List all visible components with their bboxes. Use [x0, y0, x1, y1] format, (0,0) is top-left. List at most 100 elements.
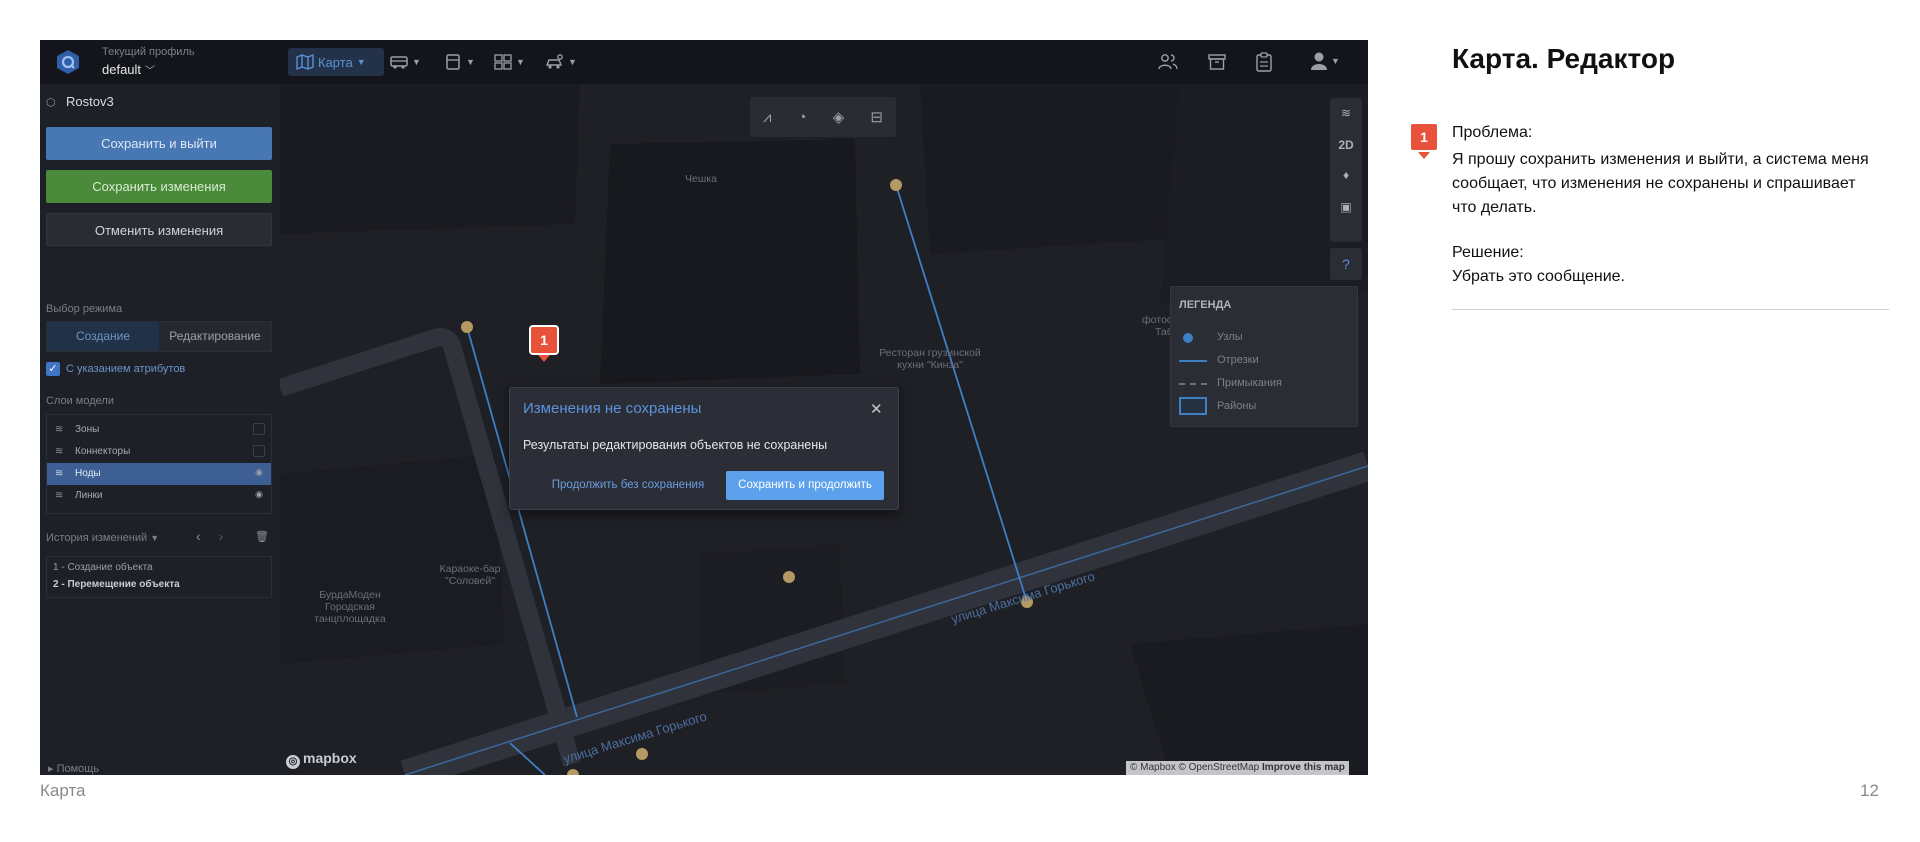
- node-point[interactable]: [461, 321, 473, 333]
- save-and-exit-button[interactable]: Сохранить и выйти: [46, 127, 272, 160]
- clipboard-icon[interactable]: [1256, 52, 1272, 72]
- caret-down-icon: ▼: [150, 533, 160, 543]
- history-navigation: ‹›: [196, 528, 241, 544]
- place-label: Ресторан грузинской кухни "Кинза": [879, 347, 981, 371]
- map-tab[interactable]: Карта ▼: [288, 48, 384, 76]
- mapbox-logo[interactable]: ◎ mapbox: [286, 750, 357, 769]
- layers-icon: ≋: [55, 424, 64, 435]
- legend-item: Узлы: [1217, 331, 1243, 343]
- help-label: Помощь: [56, 763, 100, 775]
- layer-connectors[interactable]: ≋ Коннекторы: [47, 441, 271, 463]
- node-point[interactable]: [890, 179, 902, 191]
- redo-icon[interactable]: ›: [219, 528, 242, 544]
- building-block: [1130, 624, 1368, 775]
- layer-nodes[interactable]: ≋ Ноды ◉: [47, 463, 271, 485]
- users-icon[interactable]: [1158, 53, 1178, 71]
- mode-section-label: Выбор режима: [46, 303, 123, 315]
- node-point[interactable]: [636, 748, 648, 760]
- draw-link-icon[interactable]: ⩘: [763, 109, 771, 126]
- view-mode-toggle[interactable]: 2D: [1330, 138, 1362, 152]
- profile-selector[interactable]: default ﹀: [102, 62, 155, 77]
- archive-icon[interactable]: [1208, 53, 1226, 71]
- legend-item: Примыкания: [1217, 377, 1282, 389]
- map-controls: ≋ 2D ♦ ▣: [1330, 98, 1362, 242]
- caret-down-icon: ▼: [466, 57, 475, 67]
- history-item[interactable]: 1 - Создание объекта: [53, 562, 153, 573]
- place-label: Чешка: [685, 173, 717, 185]
- help-toggle[interactable]: ▸ Помощь: [48, 762, 99, 775]
- history-label: История изменений: [46, 532, 148, 544]
- page-number: 12: [1860, 781, 1879, 800]
- user-menu[interactable]: ▼: [1310, 51, 1340, 71]
- compass-icon[interactable]: ♦: [1330, 168, 1362, 182]
- layers-icon[interactable]: ≋: [1330, 106, 1362, 120]
- note-badge-tail: [1418, 152, 1430, 159]
- caret-down-icon: ▼: [568, 57, 577, 67]
- legend-title: ЛЕГЕНДА: [1179, 299, 1232, 311]
- layer-name: Линки: [75, 490, 103, 501]
- undo-icon[interactable]: ‹: [196, 528, 219, 544]
- annotation-badge-tail: [538, 355, 550, 362]
- save-and-continue-button[interactable]: Сохранить и продолжить: [726, 471, 884, 500]
- map-attribution: © Mapbox © OpenStreetMap Improve this ma…: [1126, 761, 1349, 775]
- layer-links[interactable]: ≋ Линки ◉: [47, 485, 271, 507]
- mode-edit-tab[interactable]: Редактирование: [159, 322, 271, 351]
- save-changes-button[interactable]: Сохранить изменения: [46, 170, 272, 203]
- dialog-title: Изменения не сохранены: [523, 400, 702, 417]
- map-legend: ЛЕГЕНДА Узлы Отрезки Примыкания Районы: [1170, 286, 1358, 427]
- solution-label: Решение:: [1452, 244, 1524, 261]
- divider: [1452, 309, 1889, 310]
- trash-icon[interactable]: 🗑: [255, 530, 269, 543]
- unsaved-changes-dialog: Изменения не сохранены ✕ Результаты реда…: [509, 387, 899, 510]
- help-icon[interactable]: ?: [1330, 248, 1362, 280]
- place-label: Караоке-бар "Соловей": [439, 563, 501, 587]
- speedometer-icon[interactable]: ◔: [798, 109, 807, 126]
- project-name: Rostov3: [66, 94, 114, 109]
- image-icon[interactable]: ▣: [1330, 200, 1362, 214]
- layer-zones[interactable]: ≋ Зоны: [47, 419, 271, 441]
- calculator-menu[interactable]: ▼: [444, 48, 475, 76]
- building-block: [600, 139, 860, 384]
- layer-visibility-checkbox[interactable]: [253, 445, 265, 457]
- eye-icon[interactable]: ◉: [253, 489, 265, 501]
- vehicle-settings-menu[interactable]: ▼: [546, 48, 577, 76]
- layer-name: Коннекторы: [75, 446, 131, 457]
- history-dropdown[interactable]: История изменений ▼: [46, 532, 159, 544]
- node-point[interactable]: [567, 769, 579, 775]
- layer-name: Зоны: [75, 424, 100, 435]
- layer-visibility-checkbox[interactable]: [253, 423, 265, 435]
- transport-icon[interactable]: ⊟: [870, 108, 883, 126]
- transport-menu[interactable]: ▼: [390, 48, 421, 76]
- cancel-changes-button[interactable]: Отменить изменения: [46, 213, 272, 246]
- history-item-current[interactable]: 2 - Перемещение объекта: [53, 579, 180, 590]
- solution-text: Убрать это сообщение.: [1452, 268, 1625, 285]
- calculator-icon: [446, 54, 460, 70]
- profile-value: default: [102, 62, 142, 77]
- problem-label: Проблема:: [1452, 124, 1533, 141]
- caret-down-icon: ▼: [516, 57, 525, 67]
- continue-without-saving-button[interactable]: Продолжить без сохранения: [548, 471, 708, 500]
- dialog-message: Результаты редактирования объектов не со…: [523, 438, 828, 452]
- footer-section: Карта: [40, 781, 86, 800]
- attributes-checkbox[interactable]: ✓: [46, 362, 60, 376]
- close-icon[interactable]: ✕: [870, 400, 883, 418]
- annotation-badge: 1: [529, 325, 559, 355]
- note-badge: 1: [1409, 122, 1439, 152]
- profile-caption: Текущий профиль: [102, 46, 195, 58]
- legend-item: Отрезки: [1217, 354, 1259, 366]
- place-label: БурдаМоден Городская танцплощадка: [314, 589, 386, 625]
- eye-icon[interactable]: ◉: [253, 467, 265, 479]
- legend-item: Районы: [1217, 400, 1257, 412]
- node-diamond-icon[interactable]: ◈: [833, 108, 845, 126]
- segment-legend-icon: [1179, 360, 1207, 362]
- caret-down-icon: ▼: [356, 57, 366, 67]
- improve-map-link[interactable]: Improve this map: [1262, 762, 1345, 773]
- building-block: [280, 454, 505, 664]
- layers-icon: ≋: [55, 468, 64, 479]
- mode-create-tab[interactable]: Создание: [47, 322, 159, 351]
- dashboard-menu[interactable]: ▼: [494, 48, 525, 76]
- layer-name: Ноды: [75, 468, 101, 479]
- app-screenshot: Текущий профиль default ﹀ Карта ▼ ▼ ▼ ▼ ▼: [40, 40, 1368, 775]
- map-tools: ⩘ ◔ ◈ ⊟: [750, 97, 896, 137]
- node-point[interactable]: [783, 571, 795, 583]
